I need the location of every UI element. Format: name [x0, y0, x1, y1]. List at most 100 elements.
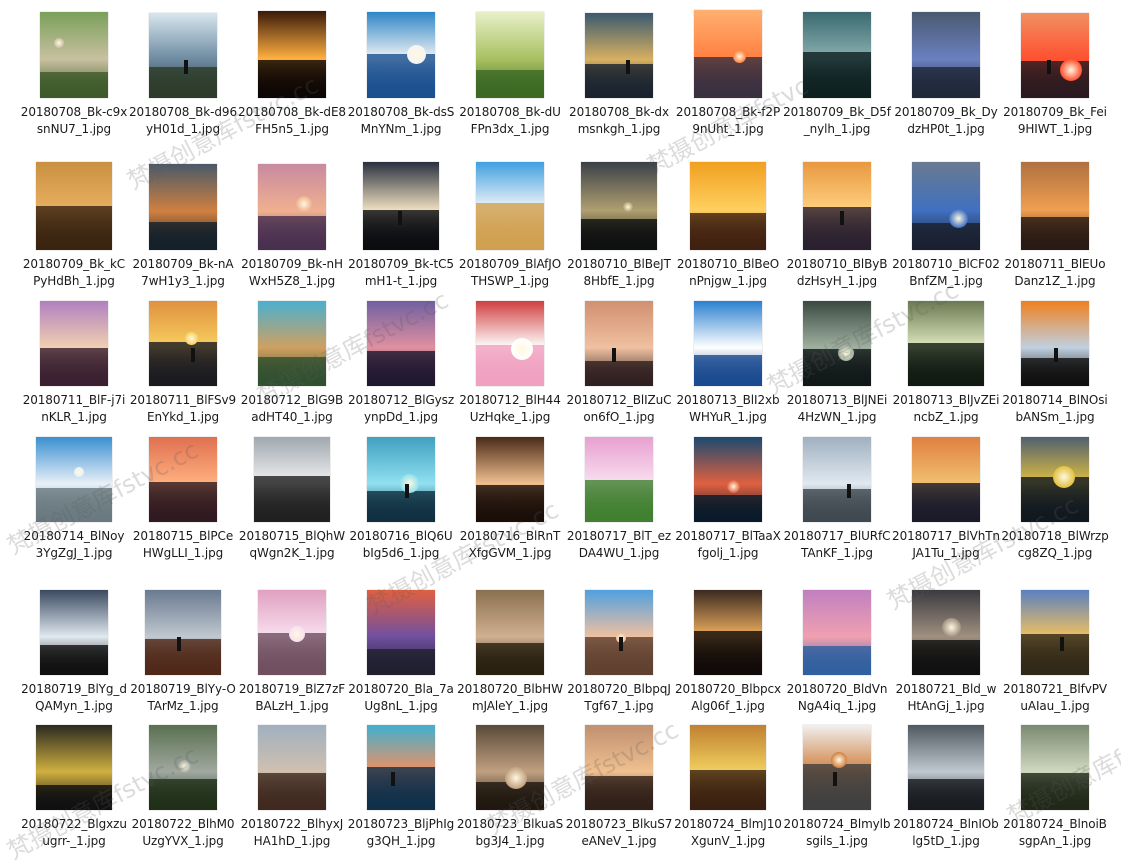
- file-thumbnail[interactable]: [149, 725, 217, 810]
- file-name-label: 20180717_BlURfCTAnKF_1.jpg: [783, 529, 891, 560]
- file-thumbnail[interactable]: [476, 437, 544, 522]
- file-name-label: 20180713_BlJNEi4HzWN_1.jpg: [786, 393, 888, 424]
- file-grid: 20180708_Bk-c9xsnNU7_1.jpg 20180708_Bk-d9…: [0, 0, 1121, 854]
- file-thumbnail[interactable]: [258, 301, 326, 386]
- file-name-label: 20180709_Bk-nHWxH5Z8_1.jpg: [241, 257, 343, 288]
- file-name-label: 20180712_BlGyszynpDd_1.jpg: [347, 393, 455, 424]
- file-thumbnail[interactable]: [585, 437, 653, 522]
- file-thumbnail[interactable]: [254, 437, 330, 522]
- file-thumbnail[interactable]: [690, 725, 766, 810]
- file-thumbnail[interactable]: [476, 12, 544, 98]
- file-thumbnail[interactable]: [40, 301, 108, 386]
- file-thumbnail[interactable]: [476, 162, 544, 250]
- file-name-label: 20180711_BlFSv9EnYkd_1.jpg: [129, 393, 237, 424]
- file-name-label: 20180719_BlZ7zFBALzH_1.jpg: [238, 682, 346, 713]
- file-name-label: 20180712_BlG9BadHT40_1.jpg: [240, 393, 344, 424]
- file-thumbnail[interactable]: [1021, 590, 1089, 675]
- file-thumbnail[interactable]: [585, 725, 653, 810]
- file-thumbnail[interactable]: [585, 590, 653, 675]
- file-thumbnail[interactable]: [476, 301, 544, 386]
- file-name-label: 20180709_Bk_Fei9HIWT_1.jpg: [1003, 105, 1107, 136]
- file-thumbnail[interactable]: [912, 162, 980, 250]
- file-thumbnail[interactable]: [912, 12, 980, 98]
- file-thumbnail[interactable]: [36, 162, 112, 250]
- file-thumbnail[interactable]: [585, 301, 653, 386]
- file-thumbnail[interactable]: [908, 725, 984, 810]
- file-thumbnail[interactable]: [803, 162, 871, 250]
- file-thumbnail[interactable]: [149, 13, 217, 98]
- file-thumbnail[interactable]: [40, 12, 108, 98]
- file-name-label: 20180709_Bk_D5f_nylh_1.jpg: [783, 105, 891, 136]
- file-thumbnail[interactable]: [803, 725, 871, 810]
- file-thumbnail[interactable]: [149, 301, 217, 386]
- file-thumbnail[interactable]: [912, 590, 980, 675]
- file-thumbnail[interactable]: [694, 590, 762, 675]
- file-name-label: 20180710_BlCF02BnfZM_1.jpg: [892, 257, 1000, 288]
- file-thumbnail[interactable]: [581, 162, 657, 250]
- file-thumbnail[interactable]: [694, 10, 762, 98]
- file-thumbnail[interactable]: [149, 437, 217, 522]
- file-name-label: 20180713_BlI2xbWHYuR_1.jpg: [676, 393, 780, 424]
- file-name-label: 20180724_BlnIOblg5tD_1.jpg: [893, 817, 999, 848]
- file-thumbnail[interactable]: [694, 301, 762, 386]
- file-thumbnail[interactable]: [694, 437, 762, 522]
- file-thumbnail[interactable]: [803, 12, 871, 98]
- file-name-label: 20180716_BlQ6UbIg5d6_1.jpg: [349, 529, 453, 560]
- file-name-label: 20180713_BlJvZEincbZ_1.jpg: [892, 393, 1000, 424]
- file-name-label: 20180708_Bk-c9xsnNU7_1.jpg: [20, 105, 128, 136]
- file-thumbnail[interactable]: [145, 590, 221, 675]
- file-name-label: 20180710_BlBeOnPnjgw_1.jpg: [676, 257, 780, 288]
- file-thumbnail[interactable]: [1021, 437, 1089, 522]
- file-thumbnail[interactable]: [258, 11, 326, 98]
- file-thumbnail[interactable]: [690, 162, 766, 250]
- file-name-label: 20180715_BlPCeHWgLLI_1.jpg: [132, 529, 234, 560]
- file-thumbnail[interactable]: [258, 164, 326, 250]
- file-thumbnail[interactable]: [476, 725, 544, 810]
- file-name-label: 20180709_Bk_DydzHP0t_1.jpg: [894, 105, 998, 136]
- file-name-label: 20180722_BlhM0UzgYVX_1.jpg: [131, 817, 235, 848]
- file-thumbnail[interactable]: [803, 437, 871, 522]
- file-name-label: 20180708_Bk-dxmsnkgh_1.jpg: [569, 105, 669, 136]
- file-thumbnail[interactable]: [912, 437, 980, 522]
- file-thumbnail[interactable]: [585, 13, 653, 98]
- file-name-label: 20180708_Bk-dE8FH5n5_1.jpg: [238, 105, 346, 136]
- file-thumbnail[interactable]: [476, 590, 544, 675]
- file-name-label: 20180722_BlhyxJHA1hD_1.jpg: [240, 817, 344, 848]
- file-name-label: 20180720_Bla_7aUg8nL_1.jpg: [348, 682, 454, 713]
- file-name-label: 20180708_Bk-dUFPn3dx_1.jpg: [459, 105, 561, 136]
- file-name-label: 20180719_BlYy-OTArMz_1.jpg: [130, 682, 236, 713]
- file-name-label: 20180716_BlRnTXfgGVM_1.jpg: [459, 529, 561, 560]
- file-name-label: 20180709_Bk-tC5mH1-t_1.jpg: [348, 257, 454, 288]
- file-name-label: 20180715_BlQhWqWgn2K_1.jpg: [238, 529, 346, 560]
- file-name-label: 20180720_BldVnNgA4iq_1.jpg: [786, 682, 888, 713]
- file-thumbnail[interactable]: [149, 164, 217, 250]
- file-name-label: 20180723_BlkuaSbg3J4_1.jpg: [456, 817, 564, 848]
- file-thumbnail[interactable]: [1021, 162, 1089, 250]
- file-thumbnail[interactable]: [1021, 13, 1089, 98]
- file-name-label: 20180710_BlByBdzHsyH_1.jpg: [786, 257, 888, 288]
- file-thumbnail[interactable]: [803, 301, 871, 386]
- file-thumbnail[interactable]: [258, 725, 326, 810]
- file-name-label: 20180717_BlVhTnJA1Tu_1.jpg: [892, 529, 1000, 560]
- file-thumbnail[interactable]: [36, 437, 112, 522]
- file-thumbnail[interactable]: [367, 437, 435, 522]
- file-name-label: 20180708_Bk-dsSMnYNm_1.jpg: [347, 105, 455, 136]
- file-thumbnail[interactable]: [367, 301, 435, 386]
- file-thumbnail[interactable]: [258, 590, 326, 675]
- file-thumbnail[interactable]: [363, 162, 439, 250]
- file-thumbnail[interactable]: [367, 725, 435, 810]
- file-thumbnail[interactable]: [1021, 725, 1089, 810]
- file-name-label: 20180724_BlmJ10XgunV_1.jpg: [674, 817, 782, 848]
- file-thumbnail[interactable]: [908, 301, 984, 386]
- file-name-label: 20180709_Bk_kCPyHdBh_1.jpg: [22, 257, 126, 288]
- file-thumbnail[interactable]: [367, 590, 435, 675]
- file-name-label: 20180723_BljPhIgg3QH_1.jpg: [347, 817, 455, 848]
- file-thumbnail[interactable]: [367, 12, 435, 98]
- file-thumbnail[interactable]: [1021, 301, 1089, 386]
- file-name-label: 20180724_BlnoiBsgpAn_1.jpg: [1003, 817, 1107, 848]
- file-thumbnail[interactable]: [40, 590, 108, 675]
- file-name-label: 20180721_Bld_wHtAnGj_1.jpg: [895, 682, 997, 713]
- file-name-label: 20180719_BlYg_dQAMyn_1.jpg: [21, 682, 127, 713]
- file-thumbnail[interactable]: [803, 590, 871, 675]
- file-thumbnail[interactable]: [36, 725, 112, 810]
